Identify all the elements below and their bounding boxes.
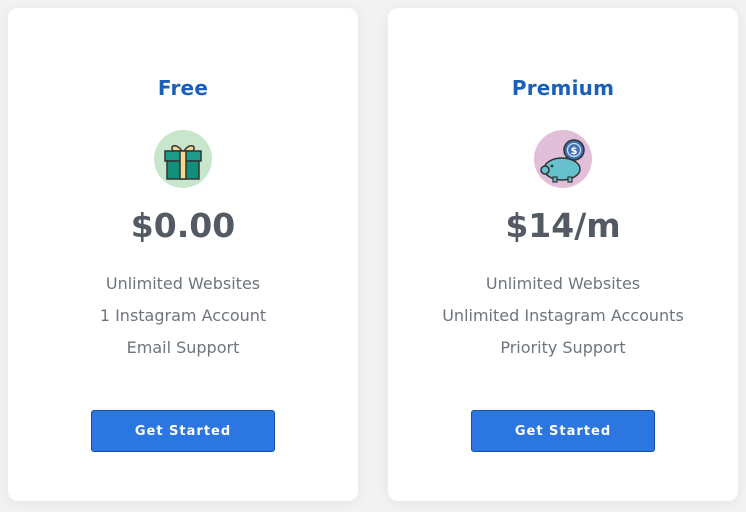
piggy-bank-icon: $	[533, 129, 593, 189]
get-started-button-premium[interactable]: Get Started	[471, 410, 655, 452]
feature-list: Unlimited Websites 1 Instagram Account E…	[8, 273, 358, 369]
plan-name: Premium	[511, 76, 615, 100]
feature-item: Unlimited Websites	[485, 274, 641, 293]
svg-text:$: $	[571, 146, 578, 157]
plan-name: Free	[157, 76, 209, 100]
feature-item: Email Support	[126, 338, 240, 357]
plan-price: $0.00	[130, 206, 236, 245]
feature-item: Unlimited Websites	[105, 274, 261, 293]
get-started-button-free[interactable]: Get Started	[91, 410, 275, 452]
feature-item: 1 Instagram Account	[99, 306, 267, 325]
feature-item: Priority Support	[500, 338, 626, 357]
feature-item: Unlimited Instagram Accounts	[442, 306, 684, 325]
feature-list: Unlimited Websites Unlimited Instagram A…	[388, 273, 738, 369]
plan-price: $14/m	[505, 206, 621, 245]
gift-icon	[153, 129, 213, 189]
pricing-card-free: Free $0.00 Unlimited Websites 1 Instagra…	[8, 8, 358, 501]
pricing-card-premium: Premium $ $14/m Unlimited Websites Unlim…	[388, 8, 738, 501]
